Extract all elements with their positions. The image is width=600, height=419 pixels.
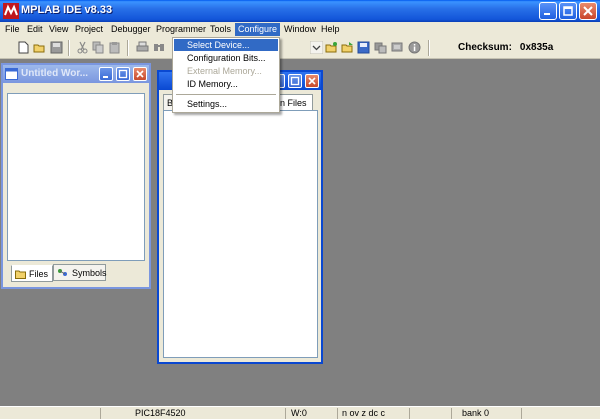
menu-edit[interactable]: Edit (24, 23, 46, 36)
close-icon (308, 77, 316, 85)
menu-project[interactable]: Project (72, 23, 106, 36)
project-window[interactable]: B n Files (157, 70, 323, 364)
tab-files[interactable]: Files (11, 265, 53, 282)
save-project-icon[interactable] (357, 41, 370, 54)
status-bank: bank 0 (451, 408, 521, 419)
menu-file[interactable]: File (2, 23, 23, 36)
workspace-minimize-button[interactable] (99, 67, 113, 81)
workspace-window-titlebar[interactable]: Untitled Wor... (3, 65, 149, 83)
info-icon[interactable] (408, 41, 421, 54)
project-maximize-button[interactable] (288, 74, 302, 88)
menu-id-memory[interactable]: ID Memory... (174, 78, 278, 90)
minimize-icon (544, 13, 550, 15)
save-icon[interactable] (50, 41, 63, 54)
mplab-logo-icon (3, 3, 19, 19)
minimize-button[interactable] (539, 2, 557, 20)
maximize-button[interactable] (559, 2, 577, 20)
menu-bar: File Edit View Project Debugger Programm… (0, 22, 600, 37)
menu-debugger[interactable]: Debugger (108, 23, 154, 36)
copy-icon[interactable] (92, 41, 105, 54)
workspace-maximize-button[interactable] (116, 67, 130, 81)
project-close-button[interactable] (305, 74, 319, 88)
find-icon[interactable] (153, 41, 166, 54)
toolbar-separator (68, 40, 70, 56)
checksum-label: Checksum: (458, 42, 512, 53)
build-all-icon[interactable] (391, 41, 404, 54)
status-w-register: W:0 (285, 408, 337, 419)
configure-menu: Select Device... Configuration Bits... E… (172, 37, 280, 113)
print-icon[interactable] (136, 41, 149, 54)
close-button[interactable] (579, 2, 597, 20)
menu-settings[interactable]: Settings... (174, 98, 278, 110)
tab-files-label: Files (29, 269, 49, 279)
workspace-window[interactable]: Untitled Wor... Files Symbols (1, 63, 151, 289)
symbols-icon (58, 269, 67, 276)
tab-symbols-label: Symbols (72, 268, 107, 278)
open-project-icon[interactable] (341, 41, 354, 54)
menu-separator (176, 94, 276, 95)
new-file-icon[interactable] (17, 41, 30, 54)
menu-help[interactable]: Help (318, 23, 343, 36)
project-tab-files[interactable]: n Files (277, 94, 313, 111)
window-title: MPLAB IDE v8.33 (21, 4, 113, 16)
menu-configure[interactable]: Configure (235, 23, 281, 36)
menu-configuration-bits[interactable]: Configuration Bits... (174, 52, 278, 64)
project-content-panel[interactable] (163, 110, 318, 358)
menu-view[interactable]: View (46, 23, 71, 36)
menu-external-memory: External Memory... (187, 66, 262, 76)
new-project-icon[interactable] (325, 41, 338, 54)
menu-window[interactable]: Window (281, 23, 319, 36)
toolbar: Checksum: 0x835a (0, 37, 600, 59)
cut-icon[interactable] (76, 41, 89, 54)
workspace-close-button[interactable] (133, 67, 147, 81)
status-blank-cell-3 (521, 408, 600, 419)
menu-select-device[interactable]: Select Device... (174, 39, 278, 51)
menu-programmer[interactable]: Programmer (153, 23, 209, 36)
workspace-tree-panel[interactable] (7, 93, 145, 261)
menu-tools[interactable]: Tools (207, 23, 234, 36)
close-icon (583, 6, 593, 16)
status-blank-cell (0, 408, 100, 419)
workspace-window-title: Untitled Wor... (21, 68, 89, 79)
status-bar: PIC18F4520 W:0 n ov z dc c bank 0 (0, 406, 600, 419)
build-icon[interactable] (374, 41, 387, 54)
status-flags: n ov z dc c (337, 408, 409, 419)
close-icon (136, 70, 144, 78)
maximize-icon (563, 6, 573, 16)
open-folder-icon[interactable] (33, 41, 46, 54)
folder-icon (15, 270, 26, 279)
checksum-display: Checksum: 0x835a (458, 42, 553, 53)
maximize-icon (118, 69, 128, 79)
checksum-value: 0x835a (519, 42, 554, 53)
toolbar-separator (428, 40, 430, 56)
tab-symbols[interactable]: Symbols (53, 264, 107, 281)
status-device: PIC18F4520 (100, 408, 285, 419)
maximize-icon (290, 76, 300, 86)
toolbar-separator (127, 40, 129, 56)
minimize-icon (103, 76, 108, 78)
paste-icon[interactable] (108, 41, 121, 54)
dropdown-arrow-icon[interactable] (310, 41, 323, 54)
status-blank-cell-2 (409, 408, 451, 419)
title-bar[interactable]: MPLAB IDE v8.33 (0, 0, 600, 22)
window-icon (5, 68, 18, 80)
project-tab-files-label: n Files (280, 98, 307, 108)
